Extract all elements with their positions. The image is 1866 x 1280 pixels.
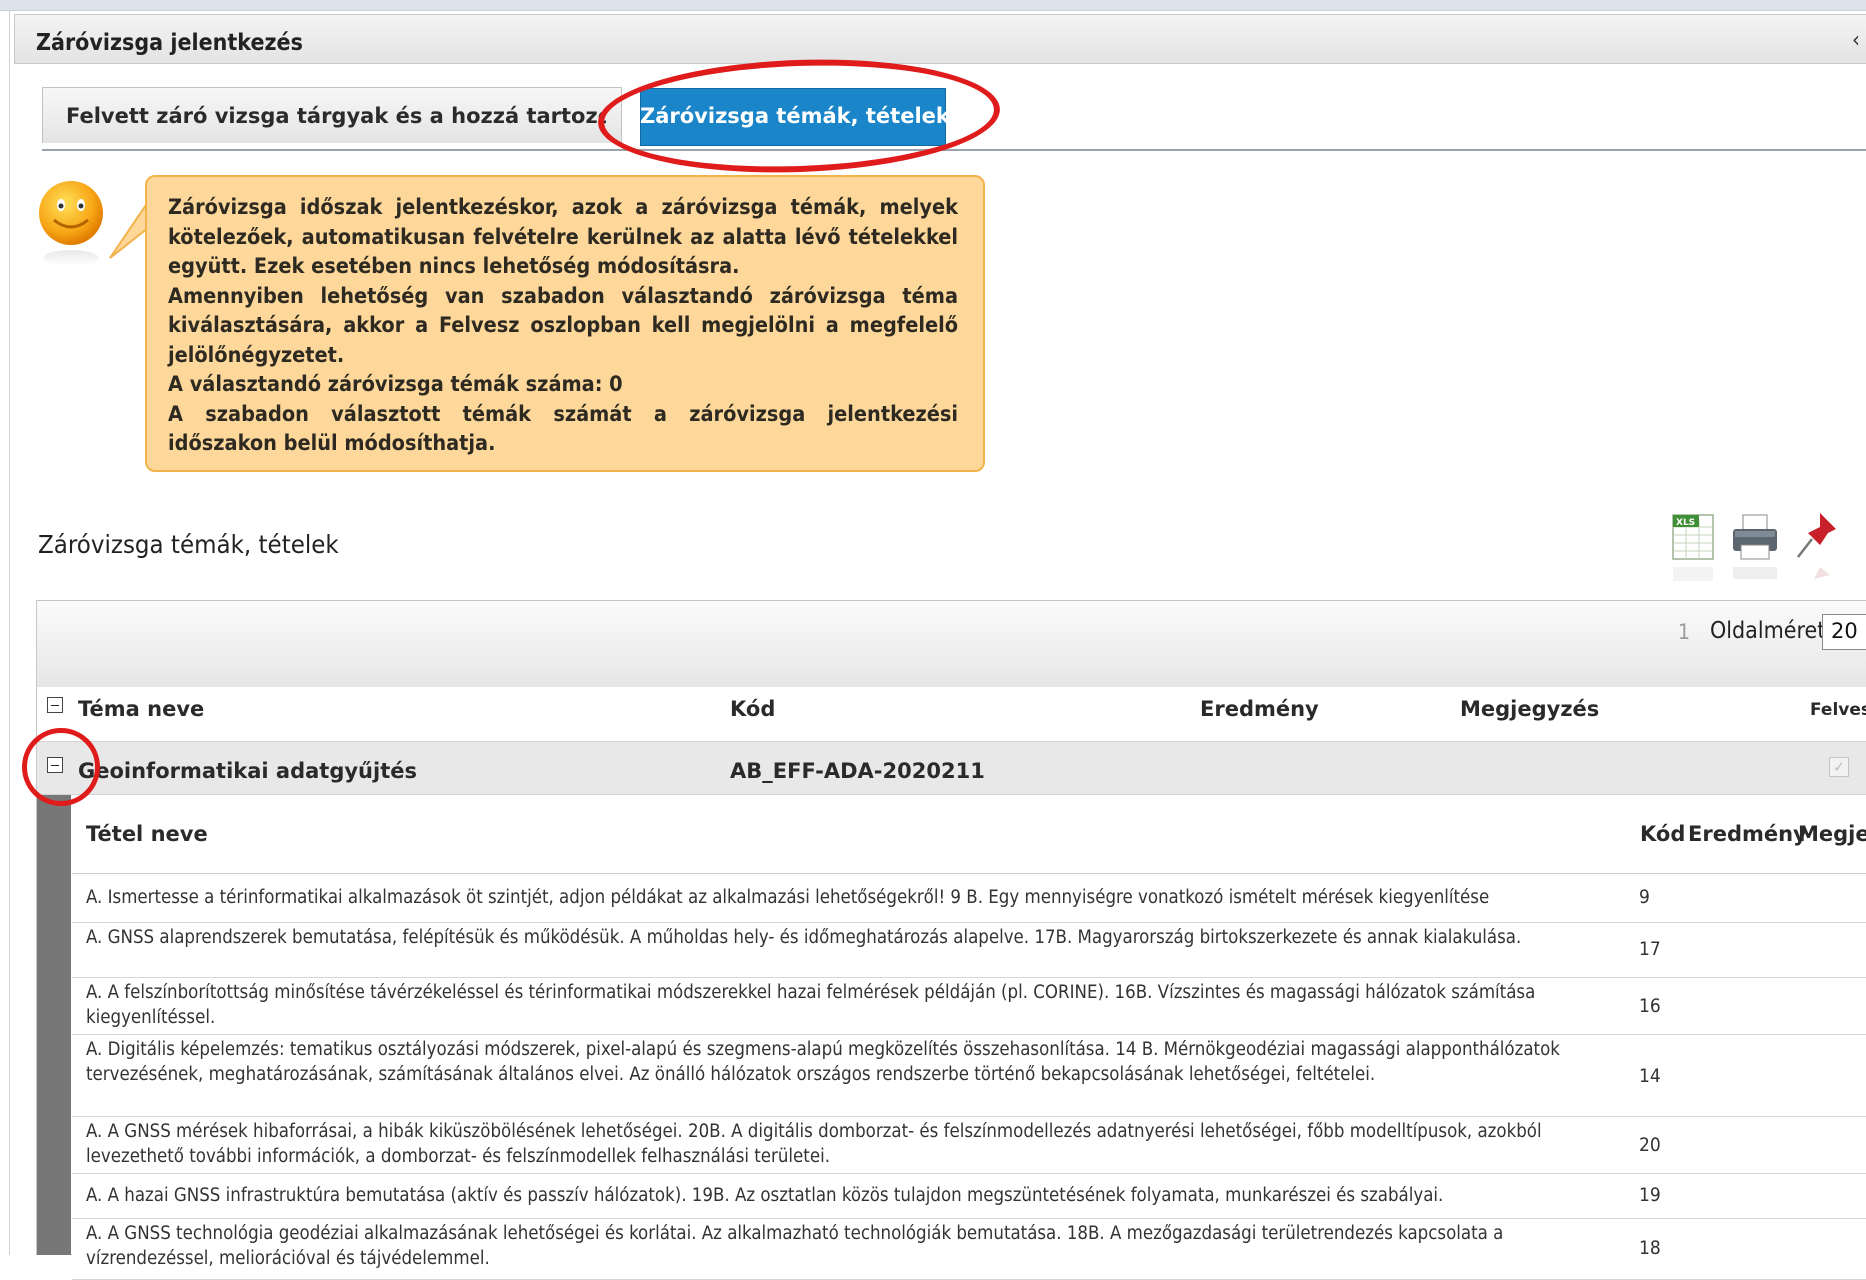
print-icon[interactable]: [1727, 505, 1783, 585]
subcolumn-header-megjegyzes[interactable]: Megjegyzés: [1798, 822, 1866, 846]
info-bubble-text: Záróvizsga időszak jelentkezéskor, azok …: [168, 193, 958, 459]
tab-felvett-targyak-label[interactable]: Felvett záró vizsga tárgyak és a hozzá t…: [66, 104, 606, 128]
item-code: 16: [1639, 995, 1661, 1017]
table-row[interactable]: A. A GNSS mérések hibaforrásai, a hibák …: [72, 1117, 1866, 1174]
column-header-megjegyzes[interactable]: Megjegyzés: [1460, 697, 1599, 721]
smiley-icon: [39, 181, 103, 266]
column-header-eredmeny[interactable]: Eredmény: [1200, 697, 1319, 721]
bubble-tail: [109, 200, 148, 259]
item-code: 17: [1639, 938, 1661, 960]
annotation-oval-tab: [596, 53, 1002, 179]
table-row[interactable]: A. A hazai GNSS infrastruktúra bemutatás…: [72, 1174, 1866, 1219]
item-name: A. A GNSS mérések hibaforrásai, a hibák …: [86, 1121, 1542, 1167]
column-header-kod[interactable]: Kód: [730, 697, 775, 721]
subgrid-indent-bar: [37, 795, 71, 1255]
column-header-tema[interactable]: Téma neve: [78, 697, 204, 721]
item-name: A. A felszínborítottság minősítése távér…: [86, 982, 1536, 1028]
grid-toolbar: [37, 601, 1866, 687]
pager-current-page[interactable]: 1: [1678, 620, 1690, 644]
item-code: 9: [1639, 886, 1650, 908]
item-name: A. GNSS alaprendszerek bemutatása, felép…: [86, 927, 1522, 948]
item-code: 19: [1639, 1184, 1661, 1206]
table-row[interactable]: A. Digitális képelemzés: tematikus osztá…: [72, 1035, 1866, 1117]
info-paragraph: Amennyiben lehetőség van szabadon válasz…: [168, 283, 958, 368]
table-row[interactable]: A. A GNSS technológia geodéziai alkalmaz…: [72, 1219, 1866, 1280]
table-row[interactable]: A. GNSS alaprendszerek bemutatása, felép…: [72, 923, 1866, 978]
subcolumn-header-kod[interactable]: Kód: [1640, 822, 1685, 846]
panel-collapse-icon[interactable]: ‹: [1852, 28, 1860, 53]
pin-icon[interactable]: [1790, 505, 1846, 585]
page-size-input[interactable]: 20: [1822, 614, 1866, 650]
table-row[interactable]: A. A felszínborítottság minősítése távér…: [72, 978, 1866, 1035]
info-paragraph: A választandó záróvizsga témák száma: 0: [168, 372, 623, 397]
section-title: Záróvizsga témák, tételek: [38, 530, 339, 559]
item-name: A. Digitális képelemzés: tematikus osztá…: [86, 1039, 1560, 1085]
panel-title: Záróvizsga jelentkezés: [36, 30, 303, 56]
item-name: A. Ismertesse a térinformatikai alkalmaz…: [86, 887, 1490, 908]
table-row[interactable]: A. Ismertesse a térinformatikai alkalmaz…: [72, 874, 1866, 923]
item-name: A. A hazai GNSS infrastruktúra bemutatás…: [86, 1185, 1444, 1206]
item-code: 14: [1639, 1065, 1661, 1087]
page-size-label: Oldalméret: [1710, 618, 1826, 644]
subcolumn-header-eredmeny[interactable]: Eredmény: [1688, 822, 1807, 846]
subgrid-header-row: [72, 795, 1866, 874]
tab-underline: [42, 149, 1866, 151]
collapse-all-icon[interactable]: [47, 697, 63, 713]
felvesz-checkbox[interactable]: ✓: [1829, 757, 1849, 777]
item-name: A. A GNSS technológia geodéziai alkalmaz…: [86, 1223, 1504, 1269]
column-header-felvesz[interactable]: Felvesz: [1810, 700, 1866, 720]
window-top-strip: [0, 0, 1866, 11]
annotation-oval-collapse: [22, 728, 100, 806]
left-border: [9, 10, 10, 1255]
info-paragraph: A szabadon választott témák számát a zár…: [168, 401, 958, 457]
xls-export-icon[interactable]: XLS: [1665, 505, 1721, 585]
item-code: 18: [1639, 1237, 1661, 1259]
topic-code: AB_EFF-ADA-2020211: [730, 759, 985, 783]
info-paragraph: Záróvizsga időszak jelentkezéskor, azok …: [168, 195, 958, 279]
item-code: 20: [1639, 1134, 1661, 1156]
topic-name: Geoinformatikai adatgyűjtés: [78, 759, 417, 783]
svg-text:XLS: XLS: [1676, 518, 1695, 528]
subcolumn-header-tetel[interactable]: Tétel neve: [86, 822, 208, 846]
